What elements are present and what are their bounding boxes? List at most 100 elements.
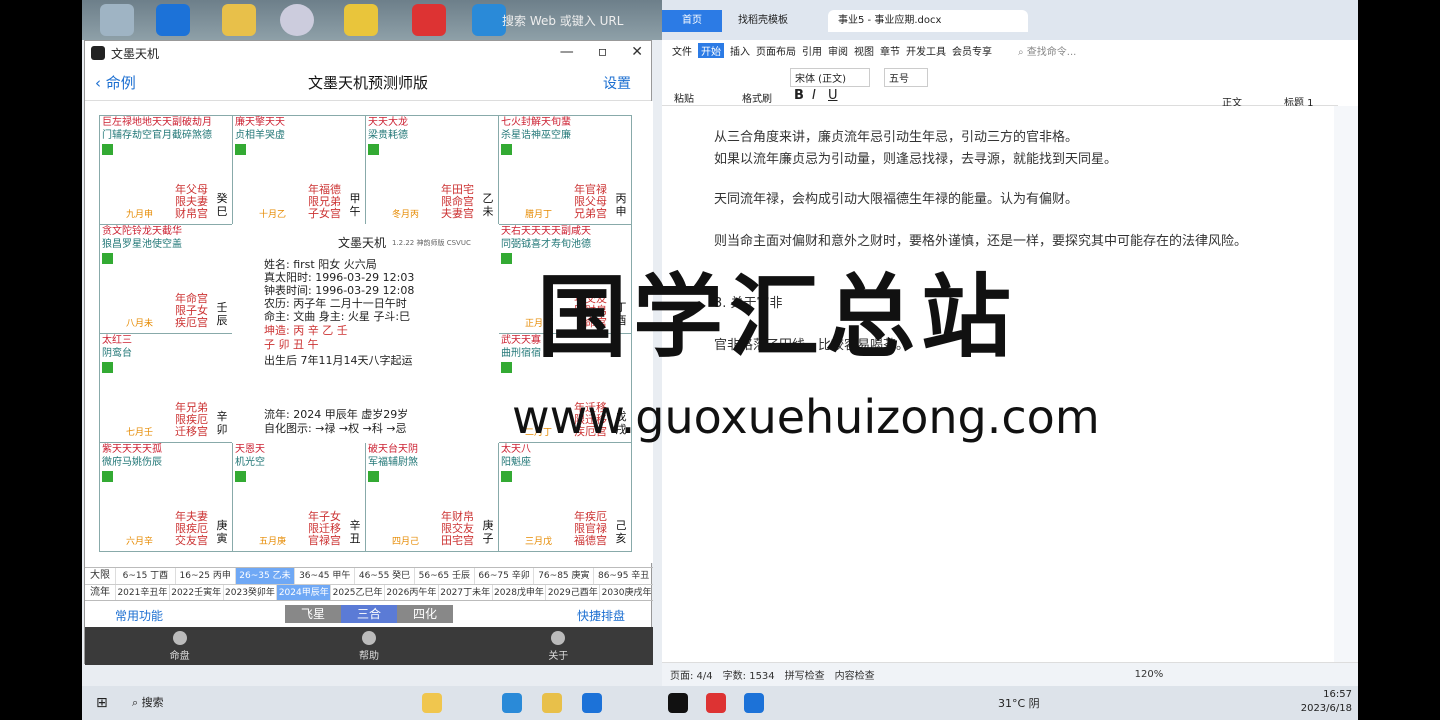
font-select[interactable]: 宋体 (正文) — [790, 68, 870, 87]
taskbar-blue-icon[interactable] — [744, 693, 764, 713]
folder-icon[interactable] — [222, 4, 256, 36]
content-check[interactable]: 内容检查 — [835, 667, 875, 682]
watermark-title: 国学汇总站 — [537, 265, 1017, 370]
palace-stem-branch: 己 亥 — [615, 519, 627, 545]
size-select[interactable]: 五号 — [884, 68, 928, 87]
mode-tab[interactable]: 三合 — [341, 605, 397, 623]
taskbar-mail-icon[interactable] — [582, 693, 602, 713]
palace-cell[interactable]: 巨左禄地地天天副破劫月 门辅存劫空官月截碎煞德 年父母 限夫妻 财帛宫癸 巳九月申 — [99, 115, 233, 225]
palace-minor-stars: 阴鸾台 — [102, 348, 132, 359]
menu-item[interactable]: 审阅 — [828, 43, 848, 58]
quick-chart-button[interactable]: 快捷排盘 — [577, 607, 625, 624]
document-body[interactable]: 从三合角度来讲，廉贞流年忌引动生年忌，引动三方的官非格。 如果以流年廉贞忌为引动量… — [662, 106, 1338, 662]
palace-cell[interactable]: 太红三 阴鸾台 年兄弟 限疾厄 迁移宫辛 卯七月壬 — [99, 333, 233, 443]
mode-tab[interactable]: 四化 — [397, 605, 453, 623]
weather[interactable]: 31°C 阴 — [998, 695, 1040, 711]
daxian-item[interactable]: 16~25 丙申 — [174, 568, 235, 584]
menu-search[interactable]: ⌕ 查找命令... — [1018, 43, 1076, 58]
taskbar-folder-icon[interactable] — [542, 693, 562, 713]
liunian-item[interactable]: 2026丙午年 — [383, 585, 438, 600]
daxian-item[interactable]: 36~45 甲午 — [294, 568, 354, 584]
taskbar-wps-icon[interactable] — [706, 693, 726, 713]
mode-tab[interactable]: 飞星 — [285, 605, 341, 623]
liunian-item[interactable]: 2022壬寅年 — [168, 585, 223, 600]
palace-cell[interactable]: 廉天擎天天 贞相羊哭虚 年福德 限兄弟 子女宫甲 午十月乙 — [232, 115, 366, 225]
palace-cell[interactable]: 紫天天天天孤 微府马姚伤辰 年夫妻 限疾厄 交友宫庚 寅六月辛 — [99, 442, 233, 552]
liunian-item[interactable]: 2023癸卯年 — [222, 585, 277, 600]
bottom-tab[interactable]: 关于 — [548, 630, 568, 662]
daxian-item[interactable]: 76~85 庚寅 — [533, 568, 593, 584]
liunian-item[interactable]: 2021辛丑年 — [115, 585, 169, 600]
palace-cell[interactable]: 破天台天阴 军福辅尉煞 年财帛 限交友 田宅宫庚 子四月己 — [365, 442, 499, 552]
start-icon[interactable]: ⊞ — [96, 695, 108, 711]
minimize-icon[interactable]: — — [560, 44, 574, 60]
palace-minor-stars: 阳魁座 — [501, 457, 531, 468]
underline-button[interactable]: U — [828, 88, 838, 103]
settings-button[interactable]: 设置 — [603, 73, 631, 93]
taskbar-search[interactable]: ⌕ 搜索 — [132, 694, 164, 710]
maximize-icon[interactable]: ▫ — [598, 44, 608, 60]
paste-button[interactable]: 粘贴 — [674, 90, 694, 105]
daxian-item[interactable]: 6~15 丁酉 — [115, 568, 175, 584]
liunian-item[interactable]: 2027丁未年 — [437, 585, 492, 600]
palace-minor-stars: 梁贵耗德 — [368, 130, 408, 141]
tab-document[interactable]: 事业5 - 事业应期.docx — [828, 10, 1028, 32]
app-icon[interactable] — [156, 4, 190, 36]
palace-age-range: 冬月丙 — [392, 210, 420, 220]
daxian-item[interactable]: 56~65 壬辰 — [413, 568, 474, 584]
menu-item[interactable]: 视图 — [854, 43, 874, 58]
computer-icon[interactable] — [100, 4, 134, 36]
palace-minor-stars: 杀星诰神巫空廉 — [501, 130, 571, 141]
palace-cell[interactable]: 太天八 阳魁座 年疾厄 限官禄 福德宫己 亥三月戊 — [498, 442, 632, 552]
browser-icon[interactable] — [472, 4, 506, 36]
common-functions-button[interactable]: 常用功能 — [115, 607, 163, 624]
close-icon[interactable]: ✕ — [631, 44, 643, 60]
palace-cell[interactable]: 七火封解天旬蜚 杀星诰神巫空廉 年官禄 限父母 兄弟宫丙 申腊月丁 — [498, 115, 632, 225]
menu-item[interactable]: 文件 — [672, 43, 692, 58]
menu-item[interactable]: 开始 — [698, 42, 724, 58]
menu-item[interactable]: 引用 — [802, 43, 822, 58]
palace-main-stars: 天恩天 — [235, 444, 265, 455]
r-icon[interactable] — [280, 4, 314, 36]
liunian-item[interactable]: 2025乙巳年 — [330, 585, 384, 600]
daxian-item[interactable]: 66~75 辛卯 — [473, 568, 534, 584]
palace-house-name: 年财帛 限交友 田宅宫 — [441, 510, 474, 547]
menu-item[interactable]: 会员专享 — [952, 43, 992, 58]
daxian-item[interactable]: 26~35 乙未 — [234, 568, 295, 584]
italic-button[interactable]: I — [812, 88, 816, 103]
web-search[interactable]: 搜索 Web 或键入 URL — [502, 12, 662, 29]
palace-stem-branch: 甲 午 — [349, 192, 361, 218]
tab-template[interactable]: 找稻壳模板 — [728, 10, 798, 32]
daxian-item[interactable]: 86~95 辛丑 — [593, 568, 653, 584]
liunian-item[interactable]: 2028戊申年 — [491, 585, 546, 600]
liunian-item[interactable]: 2030庚戌年 — [599, 585, 653, 600]
daxian-item[interactable]: 46~55 癸巳 — [354, 568, 414, 584]
bottom-tab[interactable]: 帮助 — [359, 630, 379, 662]
window-title: 文墨天机 — [111, 46, 160, 61]
palace-cell[interactable]: 天天大龙 梁贵耗德 年田宅 限命宫 夫妻宫乙 未冬月丙 — [365, 115, 499, 225]
pdf-icon[interactable] — [412, 4, 446, 36]
liunian-item[interactable]: 2029己酉年 — [545, 585, 599, 600]
bottom-tab[interactable]: 命盘 — [170, 630, 190, 662]
menu-item[interactable]: 章节 — [880, 43, 900, 58]
zoom-level[interactable]: 120% — [1135, 669, 1164, 680]
video-icon[interactable] — [344, 4, 378, 36]
palace-badge — [368, 471, 379, 482]
bold-button[interactable]: B — [794, 88, 804, 103]
tab-home[interactable]: 首页 — [662, 10, 722, 32]
taskbar-edge-icon[interactable] — [502, 693, 522, 713]
menu-item[interactable]: 插入 — [730, 43, 750, 58]
taskbar-app-icon[interactable] — [422, 693, 442, 713]
palace-cell[interactable]: 贪文陀铃龙天截华 狼昌罗星池使空盖 年命宫 限子女 疾厄宫壬 辰八月未 — [99, 224, 233, 334]
liunian-item[interactable]: 2024甲辰年 — [276, 585, 331, 600]
taskbar-ziwei-icon[interactable] — [668, 693, 688, 713]
clock[interactable]: 16:57 2023/6/18 — [1301, 688, 1352, 716]
palace-main-stars: 紫天天天天孤 — [102, 444, 162, 455]
spell-check[interactable]: 拼写检查 — [785, 667, 825, 682]
back-button[interactable]: ‹ 命例 — [95, 72, 215, 93]
palace-cell[interactable]: 天恩天 机光空 年子女 限迁移 官禄宫辛 丑五月庚 — [232, 442, 366, 552]
format-brush-button[interactable]: 格式刷 — [742, 90, 772, 105]
taskbar-search-label: 搜索 — [141, 696, 164, 709]
menu-item[interactable]: 页面布局 — [756, 43, 796, 58]
menu-item[interactable]: 开发工具 — [906, 43, 946, 58]
